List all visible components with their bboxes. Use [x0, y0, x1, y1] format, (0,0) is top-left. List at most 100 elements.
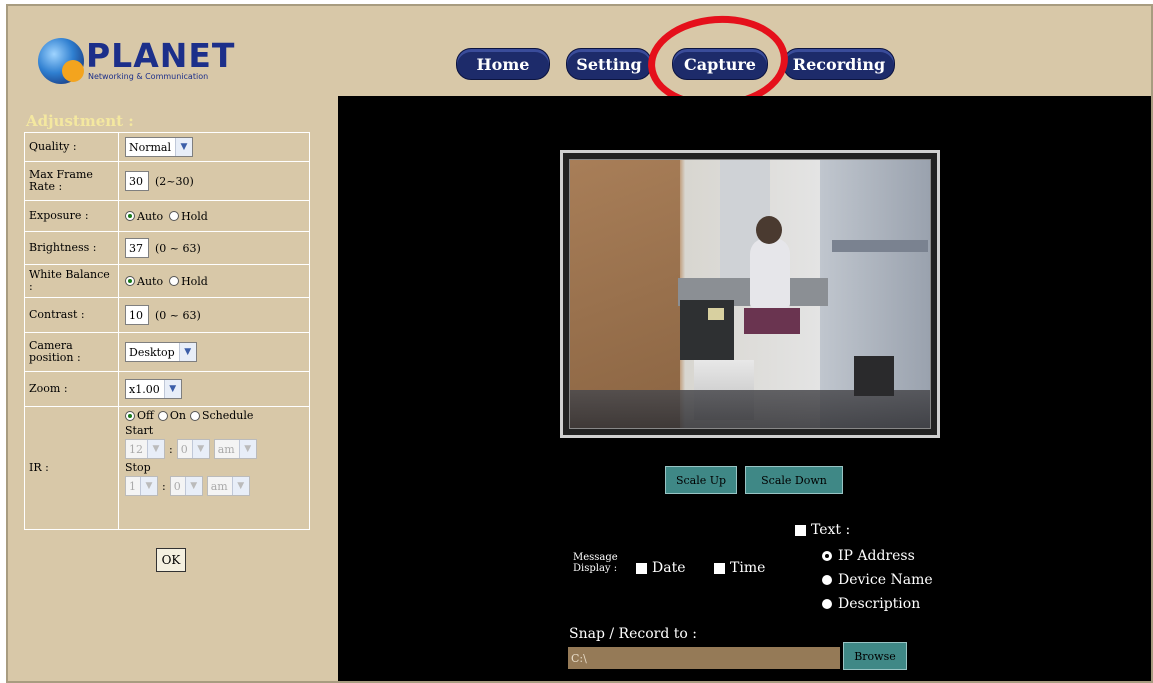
- radio-on-icon: [125, 276, 135, 286]
- ir-stop-min-select[interactable]: 0 ▼: [169, 476, 203, 496]
- ir-stop-hour-value: 1: [129, 479, 136, 493]
- zoom-value: x1.00: [129, 382, 160, 396]
- camera-position-select[interactable]: Desktop ▼: [125, 342, 197, 362]
- time-checkbox[interactable]: [714, 562, 725, 574]
- date-checkbox[interactable]: [636, 562, 647, 574]
- brightness-range: (0 ~ 63): [155, 241, 201, 255]
- radio-off-icon: [822, 599, 832, 609]
- ir-stop-ampm-select[interactable]: am ▼: [206, 476, 250, 496]
- message-display-label: Message Display :: [573, 552, 618, 574]
- time-label: Time: [730, 560, 766, 576]
- wb-hold-radio[interactable]: Hold: [169, 275, 208, 288]
- ir-start-hour-value: 12: [129, 442, 143, 456]
- quality-row: Quality : Normal ▼: [25, 133, 309, 162]
- nav-setting-button[interactable]: Setting: [566, 48, 652, 80]
- chair: [680, 300, 734, 360]
- frame-rate-input[interactable]: 30: [125, 171, 149, 191]
- main-view: Scale Up Scale Down Message Display : Da…: [338, 96, 1151, 681]
- frame-rate-row: Max Frame Rate : 30 (2~30): [25, 162, 309, 201]
- sticky-note: [708, 308, 724, 320]
- text-checkbox[interactable]: [795, 524, 806, 536]
- camera-feed: [560, 150, 940, 438]
- nav-recording-button[interactable]: Recording: [783, 48, 895, 80]
- ir-on-label: On: [169, 409, 186, 422]
- device-name-radio[interactable]: Device Name: [822, 572, 933, 588]
- radio-off-icon: [189, 410, 200, 421]
- person-legs: [744, 308, 800, 334]
- contrast-input[interactable]: 10: [125, 305, 149, 325]
- wb-auto-radio[interactable]: Auto: [125, 275, 163, 288]
- time-separator: :: [169, 442, 173, 456]
- exposure-hold-label: Hold: [181, 209, 208, 223]
- ir-schedule-radio[interactable]: Schedule: [189, 409, 254, 422]
- ir-start-ampm-value: am: [217, 442, 235, 456]
- time-checkbox-group[interactable]: Time: [714, 560, 765, 576]
- app-frame: PLANET Networking & Communication Home S…: [6, 4, 1153, 683]
- ir-stop-min-value: 0: [173, 479, 181, 493]
- radio-off-icon: [169, 211, 180, 221]
- radio-on-icon: [125, 211, 135, 221]
- brightness-label: Brightness :: [25, 232, 119, 264]
- ir-start-hour-select[interactable]: 12 ▼: [125, 439, 165, 459]
- ir-start-min-select[interactable]: 0 ▼: [176, 439, 210, 459]
- radio-on-icon: [125, 410, 135, 421]
- ir-start-ampm-select[interactable]: am ▼: [213, 439, 257, 459]
- description-radio[interactable]: Description: [822, 596, 933, 612]
- frame-rate-label: Max Frame Rate :: [25, 162, 119, 200]
- box: [854, 356, 894, 396]
- date-checkbox-group[interactable]: Date: [636, 560, 685, 576]
- planet-logo: PLANET Networking & Communication: [38, 32, 234, 88]
- contrast-row: Contrast : 10 (0 ~ 63): [25, 298, 309, 333]
- zoom-select[interactable]: x1.00 ▼: [125, 379, 182, 399]
- brightness-input[interactable]: 37: [125, 238, 149, 258]
- radio-off-icon: [822, 575, 832, 585]
- scale-down-button[interactable]: Scale Down: [745, 466, 843, 494]
- snap-record-label: Snap / Record to :: [569, 626, 697, 642]
- zoom-row: Zoom : x1.00 ▼: [25, 372, 309, 407]
- text-options: IP Address Device Name Description: [822, 548, 933, 612]
- radio-on-icon: [822, 551, 832, 561]
- ir-stop-hour-select[interactable]: 1 ▼: [125, 476, 158, 496]
- zoom-label: Zoom :: [25, 372, 119, 406]
- quality-select[interactable]: Normal ▼: [125, 137, 194, 157]
- brightness-row: Brightness : 37 (0 ~ 63): [25, 232, 309, 265]
- shelf: [832, 240, 928, 252]
- description-label: Description: [838, 596, 921, 612]
- ir-off-radio[interactable]: Off: [125, 409, 154, 422]
- camera-position-row: Camera position : Desktop ▼: [25, 333, 309, 372]
- exposure-hold-radio[interactable]: Hold: [169, 210, 208, 223]
- frame-rate-range: (2~30): [155, 174, 194, 188]
- camera-image: [569, 159, 931, 429]
- device-name-label: Device Name: [838, 572, 933, 588]
- text-checkbox-group[interactable]: Text :: [795, 522, 850, 538]
- ir-schedule-label: Schedule: [201, 409, 254, 422]
- nav-home-button[interactable]: Home: [456, 48, 550, 80]
- wb-auto-label: Auto: [137, 274, 164, 288]
- chevron-down-icon: ▼: [140, 477, 157, 495]
- quality-value: Normal: [129, 140, 172, 154]
- exposure-auto-label: Auto: [137, 209, 164, 223]
- record-path-input[interactable]: C:\: [568, 647, 840, 669]
- exposure-row: Exposure : Auto Hold: [25, 201, 309, 232]
- chevron-down-icon: ▼: [163, 380, 181, 398]
- ip-address-radio[interactable]: IP Address: [822, 548, 933, 564]
- ir-stop-label: Stop: [125, 461, 151, 474]
- ok-button[interactable]: OK: [156, 548, 186, 572]
- ir-start-min-value: 0: [180, 442, 188, 456]
- adjustment-title: Adjustment :: [26, 112, 134, 130]
- person-head: [756, 216, 782, 244]
- ir-start-label: Start: [125, 424, 154, 437]
- text-label: Text :: [811, 522, 851, 538]
- brand-tagline: Networking & Communication: [88, 72, 209, 81]
- scale-up-button[interactable]: Scale Up: [665, 466, 737, 494]
- browse-button[interactable]: Browse: [843, 642, 907, 670]
- exposure-auto-radio[interactable]: Auto: [125, 210, 163, 223]
- partition-wall: [570, 160, 680, 428]
- contrast-range: (0 ~ 63): [155, 308, 201, 322]
- chevron-down-icon: ▼: [191, 440, 209, 458]
- date-label: Date: [652, 560, 686, 576]
- radio-off-icon: [169, 276, 180, 286]
- camera-position-value: Desktop: [129, 345, 175, 359]
- globe-icon: [38, 38, 84, 84]
- ir-on-radio[interactable]: On: [157, 409, 186, 422]
